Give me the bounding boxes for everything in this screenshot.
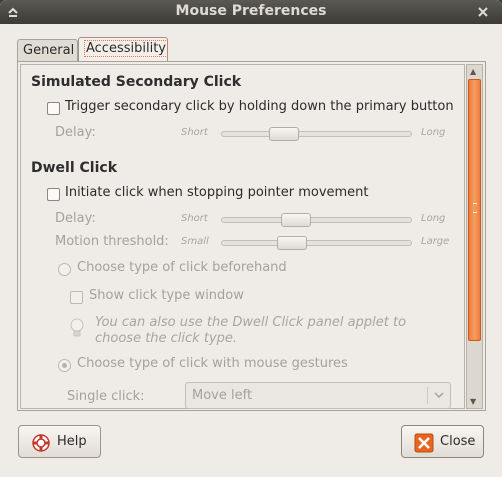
dwell-delay-max-label: Long bbox=[421, 213, 446, 224]
tab-accessibility-label: Accessibility bbox=[84, 40, 168, 57]
motion-threshold-min-label: Small bbox=[181, 236, 209, 247]
tab-accessibility[interactable]: Accessibility bbox=[78, 37, 168, 61]
scrollbar-thumb[interactable] bbox=[468, 79, 481, 341]
choose-beforehand-label[interactable]: Choose type of click beforehand bbox=[77, 260, 287, 275]
secondary-click-checkbox-label[interactable]: Trigger secondary click by holding down … bbox=[65, 99, 454, 114]
single-click-combo-value: Move left bbox=[192, 388, 253, 403]
help-lifebuoy-icon bbox=[32, 434, 50, 452]
scroll-down-icon[interactable]: ▼ bbox=[470, 397, 476, 406]
motion-threshold-slider-knob[interactable] bbox=[277, 236, 308, 250]
help-button-label: Help bbox=[57, 434, 87, 449]
secondary-delay-slider-knob[interactable] bbox=[269, 127, 300, 141]
motion-threshold-max-label: Large bbox=[421, 236, 450, 247]
dwell-delay-min-label: Short bbox=[181, 213, 208, 224]
dwell-click-applet-note: You can also use the Dwell Click panel a… bbox=[95, 315, 407, 346]
window-title: Mouse Preferences bbox=[175, 3, 327, 19]
dwell-click-checkbox[interactable] bbox=[47, 188, 60, 201]
secondary-click-heading: Simulated Secondary Click bbox=[31, 74, 242, 90]
dwell-delay-slider[interactable] bbox=[221, 217, 412, 223]
motion-threshold-label: Motion threshold: bbox=[55, 234, 169, 249]
combo-separator bbox=[427, 387, 428, 404]
close-icon bbox=[414, 433, 434, 453]
motion-threshold-slider[interactable] bbox=[221, 240, 412, 246]
window-close-icon[interactable] bbox=[475, 4, 491, 20]
scrollbar-grip-icon bbox=[473, 203, 477, 213]
tab-general[interactable]: General bbox=[17, 39, 78, 62]
secondary-delay-slider[interactable] bbox=[221, 131, 412, 137]
secondary-delay-max-label: Long bbox=[421, 127, 446, 138]
dwell-click-checkbox-label[interactable]: Initiate click when stopping pointer mov… bbox=[65, 185, 369, 200]
single-click-label: Single click: bbox=[67, 389, 145, 404]
show-click-type-window-checkbox[interactable] bbox=[70, 291, 83, 304]
help-button[interactable]: Help bbox=[18, 425, 101, 458]
dwell-delay-slider-knob[interactable] bbox=[280, 213, 311, 227]
dwell-delay-label: Delay: bbox=[55, 211, 96, 226]
show-click-type-window-label[interactable]: Show click type window bbox=[89, 288, 244, 303]
secondary-delay-label: Delay: bbox=[55, 125, 96, 140]
title-bar: Mouse Preferences bbox=[0, 0, 502, 24]
secondary-click-checkbox[interactable] bbox=[47, 102, 60, 115]
single-click-combo[interactable]: Move left bbox=[185, 382, 451, 409]
choose-gestures-label[interactable]: Choose type of click with mouse gestures bbox=[77, 356, 348, 371]
vertical-scrollbar[interactable]: ▲ ▼ bbox=[466, 64, 483, 409]
scroll-up-icon[interactable]: ▲ bbox=[470, 67, 476, 76]
choose-beforehand-radio[interactable] bbox=[58, 263, 71, 276]
close-button-label: Close bbox=[440, 434, 476, 449]
close-button[interactable]: Close bbox=[401, 425, 484, 458]
tab-general-label: General bbox=[23, 43, 75, 58]
mouse-preferences-window: Mouse Preferences General Accessibility … bbox=[0, 0, 502, 477]
lightbulb-icon bbox=[70, 318, 84, 337]
choose-gestures-radio[interactable] bbox=[58, 359, 71, 372]
secondary-delay-min-label: Short bbox=[181, 127, 208, 138]
chevron-down-icon bbox=[434, 387, 444, 406]
dwell-click-heading: Dwell Click bbox=[31, 160, 118, 176]
